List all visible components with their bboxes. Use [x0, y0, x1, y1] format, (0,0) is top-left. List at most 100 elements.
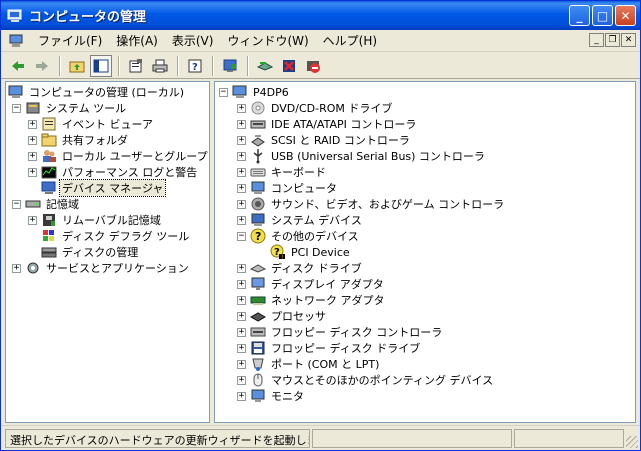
expand-toggle[interactable]: + — [237, 391, 246, 401]
right-tree-item[interactable]: + サウンド、ビデオ、およびゲーム コントローラ — [237, 196, 506, 212]
forward-icon[interactable] — [31, 55, 53, 77]
expand-toggle[interactable]: + — [237, 151, 246, 161]
back-icon[interactable] — [7, 55, 29, 77]
left-tree-item[interactable]: デバイス マネージャ — [28, 179, 167, 197]
right-tree-item[interactable]: + ネットワーク アダプタ — [237, 292, 387, 308]
expand-toggle[interactable]: + — [237, 215, 246, 225]
right-tree-item[interactable]: −? その他のデバイス — [237, 228, 361, 244]
disable-device-icon[interactable] — [302, 55, 324, 77]
expand-toggle[interactable]: + — [237, 327, 246, 337]
collapse-toggle[interactable]: − — [219, 87, 228, 97]
mdi-close-button[interactable]: ✕ — [621, 33, 636, 47]
system-menu-icon[interactable] — [9, 34, 25, 48]
right-tree-item-label: システム デバイス — [271, 214, 362, 227]
menu-window[interactable]: ウィンドウ(W) — [220, 32, 315, 49]
collapse-toggle[interactable]: − — [12, 199, 21, 209]
expand-toggle[interactable]: + — [28, 167, 37, 177]
collapse-toggle[interactable]: − — [12, 103, 21, 113]
collapse-toggle[interactable]: − — [237, 231, 246, 241]
properties-icon[interactable] — [125, 55, 147, 77]
mdi-minimize-button[interactable]: _ — [589, 33, 604, 47]
right-tree-item[interactable]: + キーボード — [237, 164, 328, 180]
left-tree-item[interactable]: ディスクの管理 — [28, 244, 140, 260]
uninstall-icon[interactable] — [278, 55, 300, 77]
expand-toggle[interactable]: + — [237, 167, 246, 177]
status-cell — [312, 428, 512, 448]
scan-hardware-icon[interactable] — [254, 55, 276, 77]
expand-toggle[interactable]: + — [28, 119, 37, 129]
menu-action[interactable]: 操作(A) — [109, 32, 165, 49]
right-tree-item[interactable]: ?! PCI Device — [257, 244, 352, 260]
expand-toggle[interactable]: + — [237, 263, 246, 273]
tree-root-computer-management[interactable]: コンピュータの管理 (ローカル) — [8, 84, 186, 100]
right-tree-item[interactable]: + フロッピー ディスク ドライブ — [237, 340, 422, 356]
expand-toggle[interactable]: + — [237, 103, 246, 113]
close-button[interactable]: ✕ — [615, 5, 636, 26]
computer-management-icon — [7, 8, 23, 24]
menu-view[interactable]: 表示(V) — [165, 32, 221, 49]
expand-toggle[interactable]: + — [28, 135, 37, 145]
expand-toggle[interactable]: + — [237, 135, 246, 145]
right-tree-item-label: モニタ — [271, 390, 304, 403]
left-tree-item[interactable]: + イベント ビューア — [28, 116, 155, 132]
expand-toggle[interactable]: + — [237, 199, 246, 209]
device-tree-root[interactable]: − P4DP6 — [219, 84, 291, 100]
expand-toggle[interactable]: + — [237, 119, 246, 129]
right-tree-item[interactable]: + モニタ — [237, 388, 306, 404]
left-tree-item[interactable]: − 記憶域 — [12, 196, 81, 212]
right-tree-item[interactable]: + ディスク ドライブ — [237, 260, 364, 276]
right-tree-item[interactable]: + USB (Universal Serial Bus) コントローラ — [237, 148, 487, 164]
left-tree-item-label: パフォーマンス ログと警告 — [62, 166, 198, 179]
expand-toggle[interactable]: + — [237, 343, 246, 353]
expand-toggle[interactable]: + — [12, 263, 21, 273]
help-icon[interactable]: ? — [184, 55, 206, 77]
right-tree-item[interactable]: + プロセッサ — [237, 308, 328, 324]
right-tree-item[interactable]: + DVD/CD-ROM ドライブ — [237, 100, 394, 116]
left-tree-item[interactable]: + サービスとアプリケーション — [12, 260, 191, 276]
print-icon[interactable] — [149, 55, 171, 77]
console-tree-pane[interactable]: コンピュータの管理 (ローカル) − システム ツール + イベント ビューア + 共有フ… — [5, 81, 210, 423]
left-tree-item[interactable]: + ローカル ユーザーとグループ — [28, 148, 209, 164]
resize-grip[interactable] — [626, 436, 638, 448]
right-tree-item[interactable]: + マウスとそのほかのポインティング デバイス — [237, 372, 495, 388]
up-folder-icon[interactable] — [66, 55, 88, 77]
left-tree-item[interactable]: − システム ツール — [12, 100, 128, 116]
expand-toggle[interactable]: + — [237, 359, 246, 369]
right-tree-item[interactable]: + コンピュータ — [237, 180, 339, 196]
title-bar[interactable]: コンピュータの管理 _ □ ✕ — [1, 1, 640, 30]
mdi-restore-button[interactable]: ❐ — [605, 33, 620, 47]
right-tree-item-label: コンピュータ — [271, 182, 337, 195]
left-tree-item[interactable]: + パフォーマンス ログと警告 — [28, 164, 199, 180]
expand-toggle[interactable]: + — [237, 375, 246, 385]
menu-bar: ファイル(F) 操作(A) 表示(V) ウィンドウ(W) ヘルプ(H) _ ❐ … — [1, 30, 640, 52]
defrag-icon — [41, 228, 57, 244]
tools-icon — [25, 100, 41, 116]
minimize-button[interactable]: _ — [569, 5, 590, 26]
status-cell — [514, 428, 624, 448]
left-tree-item[interactable]: ディスク デフラグ ツール — [28, 228, 191, 244]
right-tree-item[interactable]: + IDE ATA/ATAPI コントローラ — [237, 116, 418, 132]
right-tree-item[interactable]: + フロッピー ディスク コントローラ — [237, 324, 444, 340]
expand-toggle[interactable]: + — [237, 295, 246, 305]
device-tree-pane[interactable]: − P4DP6 + DVD/CD-ROM ドライブ + IDE ATA/ATAPI コ… — [214, 81, 636, 423]
right-tree-item[interactable]: + ポート (COM と LPT) — [237, 356, 381, 372]
left-tree-item[interactable]: + 共有フォルダ — [28, 132, 130, 148]
menu-file[interactable]: ファイル(F) — [31, 32, 109, 49]
right-tree-item[interactable]: + システム デバイス — [237, 212, 364, 228]
left-tree-item-label: ディスクの管理 — [62, 246, 139, 259]
left-tree-item[interactable]: + リムーバブル記憶域 — [28, 212, 163, 228]
computer-icon — [232, 84, 248, 100]
shared-folder-icon — [41, 132, 57, 148]
right-tree-item[interactable]: + SCSI と RAID コントローラ — [237, 132, 412, 148]
toolbar-separator — [118, 55, 119, 76]
expand-toggle[interactable]: + — [237, 279, 246, 289]
expand-toggle[interactable]: + — [28, 151, 37, 161]
show-hide-tree-icon[interactable] — [90, 54, 112, 77]
expand-toggle[interactable]: + — [237, 311, 246, 321]
update-driver-icon[interactable] — [219, 55, 241, 77]
menu-help[interactable]: ヘルプ(H) — [316, 32, 384, 49]
maximize-button[interactable]: □ — [592, 5, 613, 26]
expand-toggle[interactable]: + — [237, 183, 246, 193]
expand-toggle[interactable]: + — [28, 215, 37, 225]
right-tree-item[interactable]: + ディスプレイ アダプタ — [237, 276, 386, 292]
